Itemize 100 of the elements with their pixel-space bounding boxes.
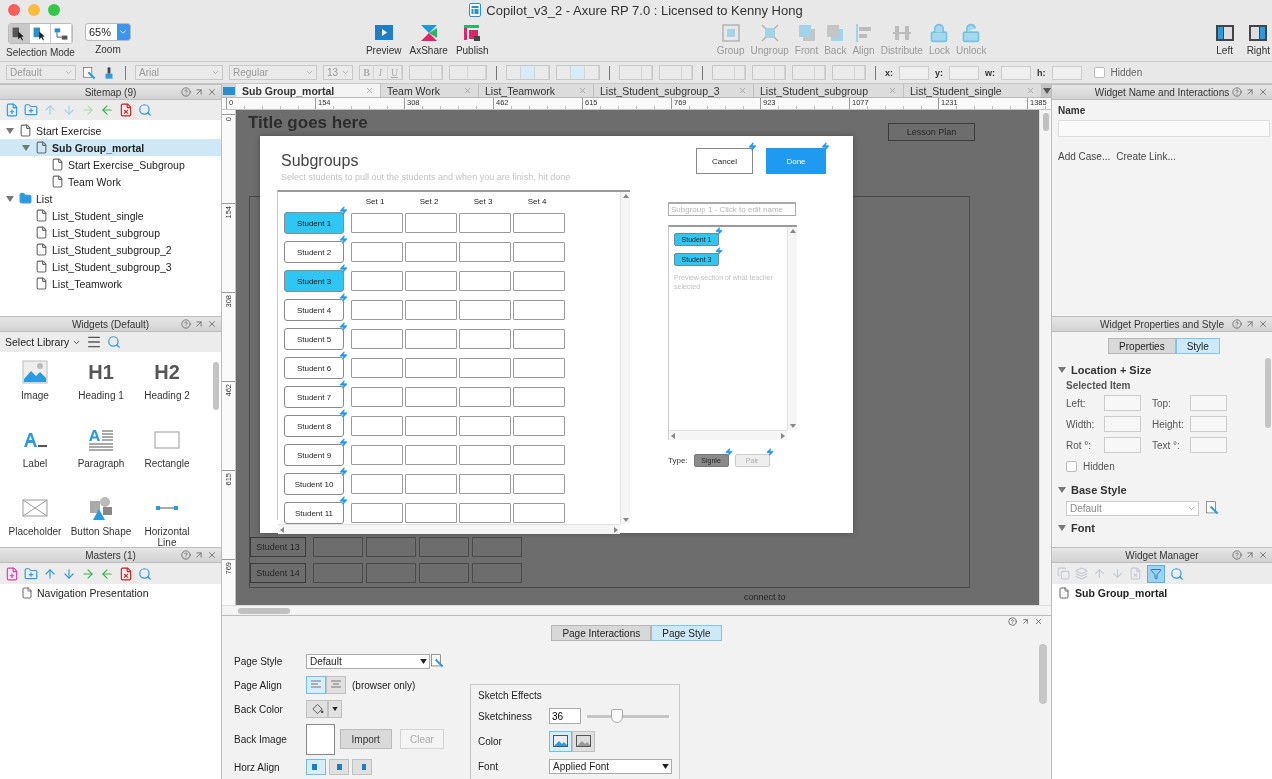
widget-item[interactable]: Image [21, 390, 49, 401]
sitemap-item[interactable]: Sub Group_mortal [0, 139, 221, 156]
delete-page-icon[interactable] [119, 566, 133, 581]
close-icon[interactable] [738, 86, 747, 95]
page-style-dropdown[interactable]: Default [306, 653, 430, 669]
heading-glyph-icon[interactable]: H2 [154, 359, 180, 385]
action-link[interactable]: Create Link... [1116, 151, 1176, 162]
scrollbar[interactable] [222, 605, 1051, 615]
action-link[interactable]: Add Case... [1058, 151, 1111, 162]
scrollbar[interactable] [278, 524, 620, 534]
caret-icon[interactable] [1058, 366, 1066, 374]
hidden-checkbox[interactable] [1066, 461, 1077, 472]
align-button[interactable] [306, 676, 326, 694]
set-slot[interactable] [405, 358, 457, 378]
set-slot[interactable] [513, 242, 565, 262]
set-slot[interactable] [513, 329, 565, 349]
help-icon[interactable] [1232, 319, 1242, 329]
help-icon[interactable] [181, 87, 191, 97]
student-button[interactable]: Student 1 [284, 212, 344, 234]
close-icon[interactable] [463, 86, 472, 95]
sketchiness-field[interactable]: 36 [549, 708, 581, 724]
close-icon[interactable] [365, 86, 374, 95]
section-header[interactable]: Location + Size [1058, 364, 1152, 376]
set-slot[interactable] [459, 387, 511, 407]
set-slot[interactable] [513, 387, 565, 407]
set-slot[interactable] [405, 271, 457, 291]
position-field[interactable] [949, 65, 980, 80]
delete-page-icon[interactable] [119, 103, 133, 117]
move-up-icon[interactable] [43, 566, 57, 581]
image-button[interactable]: Import [339, 729, 392, 749]
set-slot[interactable] [513, 474, 565, 494]
student-button[interactable]: Student 10 [284, 473, 344, 495]
student-button[interactable]: Student 3 [284, 270, 344, 292]
set-slot[interactable] [459, 358, 511, 378]
caret-icon[interactable] [1058, 524, 1066, 532]
help-icon[interactable] [1232, 87, 1242, 97]
indent-icon[interactable] [81, 566, 95, 581]
widget-item[interactable]: Rectangle [144, 458, 190, 469]
panel-tab[interactable]: Properties [1108, 338, 1176, 354]
document-tab[interactable]: List_Student_subgroup_3 [594, 84, 754, 97]
close-window-button[interactable] [8, 4, 20, 16]
widget-item[interactable]: Heading 1 [78, 390, 124, 401]
section-header[interactable]: Base Style [1058, 484, 1127, 496]
widget-item[interactable]: Horizontal Line [134, 526, 200, 547]
panel-tab[interactable]: Page Interactions [551, 625, 652, 641]
add-folder-icon[interactable] [24, 103, 38, 117]
scrollbar[interactable] [669, 430, 787, 440]
add-page-icon[interactable] [5, 566, 19, 581]
position-field[interactable] [1001, 65, 1032, 80]
dropdown-button[interactable] [328, 700, 342, 718]
set-slot[interactable] [513, 271, 565, 291]
set-slot[interactable] [513, 213, 565, 233]
zoom-dropdown[interactable]: 65% [84, 23, 131, 41]
help-icon[interactable] [1008, 617, 1017, 626]
set-slot[interactable] [405, 242, 457, 262]
scrollbar[interactable] [1265, 358, 1271, 428]
pop-out-icon[interactable] [1245, 87, 1255, 97]
set-slot[interactable] [405, 445, 457, 465]
close-icon[interactable] [888, 86, 897, 95]
set-slot[interactable] [405, 213, 457, 233]
add-page-icon[interactable] [5, 103, 19, 117]
width-field[interactable] [1104, 416, 1141, 432]
close-icon[interactable] [1258, 319, 1268, 329]
set-slot[interactable] [405, 387, 457, 407]
border-color-button[interactable] [712, 65, 746, 80]
student-button[interactable]: Student 2 [284, 241, 344, 263]
text-color-button[interactable] [409, 65, 443, 80]
widget-name-field[interactable] [1058, 120, 1270, 137]
caret-icon[interactable] [22, 143, 30, 152]
document-tab[interactable]: List_Student_single [904, 84, 1042, 97]
set-slot[interactable] [351, 416, 403, 436]
set-slot[interactable] [351, 213, 403, 233]
panel-tab[interactable]: Page Style [651, 625, 722, 641]
toolbar-button[interactable]: AxShare [406, 23, 451, 56]
toolbar-button[interactable]: Left [1211, 23, 1238, 56]
align-button[interactable] [352, 759, 372, 775]
set-slot[interactable] [513, 445, 565, 465]
selection-mode-button[interactable] [29, 24, 51, 43]
font-dropdown[interactable]: Applied Font [549, 758, 672, 774]
set-slot[interactable] [459, 242, 511, 262]
scrollbar[interactable] [213, 362, 219, 410]
add-folder-icon[interactable] [24, 566, 38, 581]
student-button[interactable]: Student 11 [284, 502, 344, 524]
help-icon[interactable] [1232, 550, 1242, 560]
style-editor-icon[interactable] [430, 653, 444, 669]
sitemap-item[interactable]: Team Work [0, 173, 221, 190]
align-button[interactable] [326, 676, 346, 694]
section-header[interactable]: Font [1058, 522, 1095, 534]
slider-thumb[interactable] [610, 709, 623, 723]
document-tab[interactable]: List_Student_subgroup [754, 84, 904, 97]
caret-icon[interactable] [1058, 486, 1066, 494]
set-slot[interactable] [405, 503, 457, 523]
master-item[interactable]: Navigation Presentation [0, 584, 221, 601]
caret-icon[interactable] [6, 126, 14, 135]
search-icon[interactable] [138, 103, 152, 117]
set-slot[interactable] [351, 358, 403, 378]
library-dropdown[interactable]: Select Library [5, 336, 82, 348]
set-slot[interactable] [405, 300, 457, 320]
close-icon[interactable] [578, 86, 587, 95]
selection-mode-button[interactable] [8, 24, 30, 43]
